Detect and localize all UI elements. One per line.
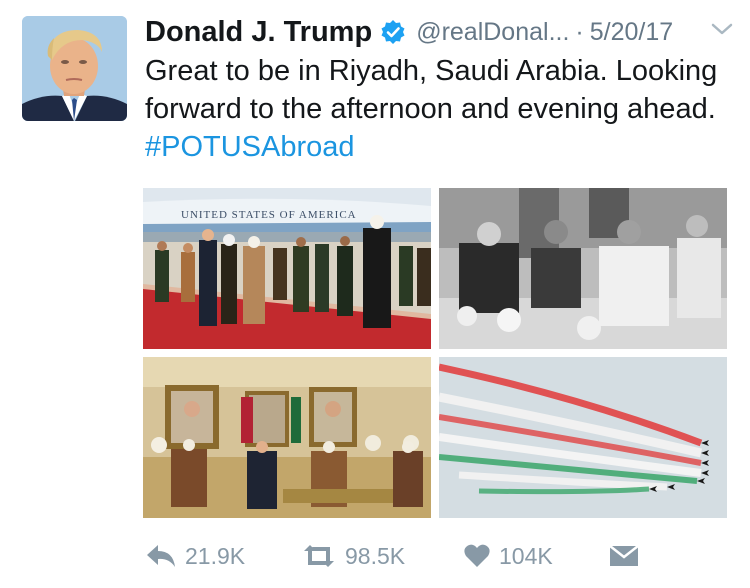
author-name[interactable]: Donald J. Trump bbox=[145, 16, 372, 49]
reply-count: 21.9K bbox=[185, 542, 246, 569]
direct-message-button[interactable] bbox=[609, 538, 647, 574]
retweet-count: 98.5K bbox=[345, 542, 406, 569]
avatar[interactable] bbox=[22, 16, 127, 121]
tweet-actions: 21.9K 98.5K 104K bbox=[143, 538, 743, 574]
tweet-date[interactable]: 5/20/17 bbox=[590, 18, 673, 47]
retweet-button[interactable]: 98.5K bbox=[301, 538, 405, 574]
chevron-down-icon[interactable] bbox=[711, 22, 733, 36]
separator-dot: · bbox=[575, 17, 584, 46]
avatar-image bbox=[22, 16, 127, 121]
reply-icon bbox=[147, 545, 175, 567]
plane-lettering: UNITED STATES OF AMERICA bbox=[181, 209, 357, 221]
verified-badge-icon bbox=[380, 19, 406, 45]
tweet-photo-1[interactable]: UNITED STATES OF AMERICA bbox=[143, 188, 431, 349]
tweet-photo-3[interactable] bbox=[143, 357, 431, 518]
author-handle[interactable]: @realDonal... bbox=[416, 18, 569, 47]
tweet-body: Great to be in Riyadh, Saudi Arabia. Loo… bbox=[145, 55, 718, 125]
like-button[interactable]: 104K bbox=[463, 538, 553, 574]
like-count: 104K bbox=[499, 542, 553, 569]
tweet-text: Great to be in Riyadh, Saudi Arabia. Loo… bbox=[145, 52, 725, 166]
heart-icon bbox=[464, 544, 490, 567]
reply-button[interactable]: 21.9K bbox=[145, 538, 245, 574]
tweet-header: Donald J. Trump @realDonal... · 5/20/17 bbox=[145, 12, 735, 52]
tweet-photo-4[interactable] bbox=[439, 357, 727, 518]
envelope-icon bbox=[609, 545, 639, 566]
tweet-photo-2[interactable] bbox=[439, 188, 727, 349]
retweet-icon bbox=[304, 545, 334, 567]
hashtag-link[interactable]: #POTUSAbroad bbox=[145, 131, 355, 163]
